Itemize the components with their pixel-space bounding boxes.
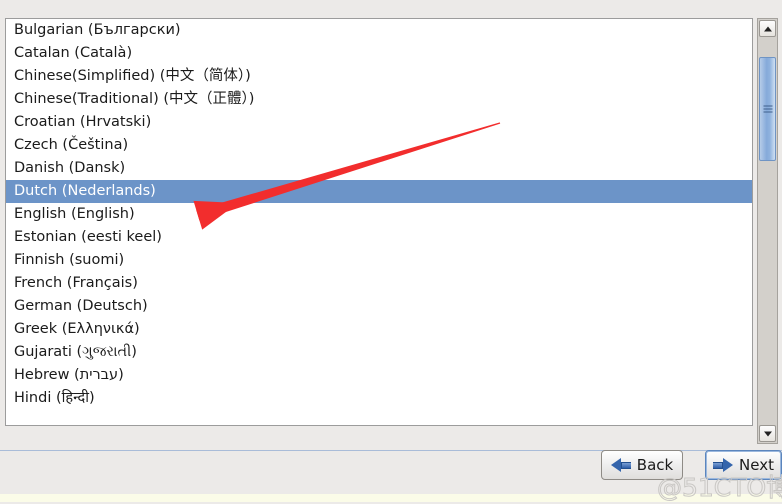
chevron-down-icon xyxy=(763,431,772,436)
language-list-item[interactable]: Dutch (Nederlands) xyxy=(6,180,752,203)
arrow-left-icon xyxy=(610,457,631,473)
vertical-scrollbar[interactable] xyxy=(757,18,778,444)
language-list-item[interactable]: Estonian (eesti keel) xyxy=(6,226,752,249)
grip-icon xyxy=(763,105,772,113)
language-list-item[interactable]: Czech (Čeština) xyxy=(6,134,752,157)
language-list-item[interactable]: Chinese(Simplified) (中文（简体）) xyxy=(6,65,752,88)
language-list-item[interactable]: German (Deutsch) xyxy=(6,295,752,318)
scroll-up-button[interactable] xyxy=(759,20,776,37)
language-list-item[interactable]: Chinese(Traditional) (中文（正體）) xyxy=(6,88,752,111)
language-list-item[interactable]: English (English) xyxy=(6,203,752,226)
language-list-item[interactable]: Bulgarian (Български) xyxy=(6,19,752,42)
scrollbar-thumb[interactable] xyxy=(759,57,776,161)
language-list[interactable]: Bulgarian (Български) Catalan (Català) Chi… xyxy=(6,19,752,425)
language-list-item[interactable]: Hindi (हिन्दी) xyxy=(6,387,752,410)
language-list-item[interactable]: Gujarati (ગુજરાતી) xyxy=(6,341,752,364)
language-list-panel[interactable]: Bulgarian (Български) Catalan (Català) Chi… xyxy=(5,18,753,426)
language-list-item[interactable]: Catalan (Català) xyxy=(6,42,752,65)
language-list-item[interactable]: Hebrew (עברית) xyxy=(6,364,752,387)
installer-window: Bulgarian (Български) Catalan (Català) Chi… xyxy=(0,0,782,503)
scroll-down-button[interactable] xyxy=(759,425,776,442)
language-list-item[interactable]: Finnish (suomi) xyxy=(6,249,752,272)
watermark: @51CTO博客 xyxy=(656,473,782,503)
language-list-item[interactable]: Croatian (Hrvatski) xyxy=(6,111,752,134)
language-list-item[interactable]: French (Français) xyxy=(6,272,752,295)
language-list-item[interactable]: Greek (Ελληνικά) xyxy=(6,318,752,341)
chevron-up-icon xyxy=(763,26,772,31)
language-list-item[interactable]: Danish (Dansk) xyxy=(6,157,752,180)
